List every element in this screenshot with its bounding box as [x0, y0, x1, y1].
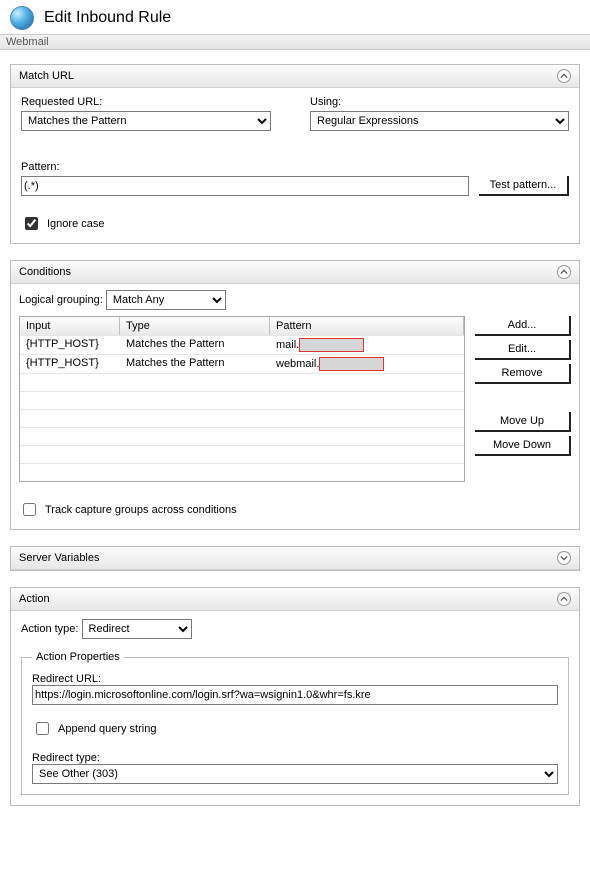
- pattern-label: Pattern:: [21, 161, 469, 173]
- table-row: [20, 391, 464, 409]
- match-url-title: Match URL: [19, 70, 74, 82]
- match-url-header[interactable]: Match URL: [11, 65, 579, 88]
- action-title: Action: [19, 593, 50, 605]
- server-variables-title: Server Variables: [19, 552, 100, 564]
- col-input-header: Input: [20, 317, 120, 335]
- append-query-checkbox[interactable]: [36, 722, 49, 735]
- ignore-case-checkbox[interactable]: [25, 217, 38, 230]
- requested-url-select[interactable]: Matches the Pattern: [21, 111, 271, 131]
- action-header[interactable]: Action: [11, 588, 579, 611]
- redirect-type-select[interactable]: See Other (303): [32, 764, 558, 784]
- redirect-url-label: Redirect URL:: [32, 673, 101, 685]
- action-type-label: Action type:: [21, 623, 78, 635]
- expand-icon[interactable]: [557, 551, 571, 565]
- using-label: Using:: [310, 96, 569, 108]
- requested-url-label: Requested URL:: [21, 96, 280, 108]
- globe-icon: [10, 6, 34, 30]
- table-row[interactable]: {HTTP_HOST} Matches the Pattern mail.███…: [20, 335, 464, 354]
- track-capture-label: Track capture groups across conditions: [45, 504, 237, 516]
- conditions-panel: Conditions Logical grouping: Match Any I…: [10, 260, 580, 530]
- redirect-url-input[interactable]: [32, 685, 558, 705]
- redirect-type-label: Redirect type:: [32, 752, 100, 764]
- table-row: [20, 373, 464, 391]
- ignore-case-label: Ignore case: [47, 218, 104, 230]
- table-row: [20, 427, 464, 445]
- action-properties-legend: Action Properties: [32, 651, 124, 663]
- remove-button[interactable]: Remove: [475, 364, 571, 384]
- pattern-input[interactable]: [21, 176, 469, 196]
- server-variables-panel: Server Variables: [10, 546, 580, 571]
- table-row[interactable]: {HTTP_HOST} Matches the Pattern webmail.…: [20, 354, 464, 373]
- append-query-label: Append query string: [58, 723, 156, 735]
- collapse-icon[interactable]: [557, 69, 571, 83]
- test-pattern-button[interactable]: Test pattern...: [479, 176, 569, 196]
- collapse-icon[interactable]: [557, 265, 571, 279]
- add-button[interactable]: Add...: [475, 316, 571, 336]
- server-variables-header[interactable]: Server Variables: [11, 547, 579, 570]
- move-down-button[interactable]: Move Down: [475, 436, 571, 456]
- table-row: [20, 445, 464, 463]
- match-url-panel: Match URL Requested URL: Matches the Pat…: [10, 64, 580, 244]
- edit-button[interactable]: Edit...: [475, 340, 571, 360]
- conditions-table[interactable]: Input Type Pattern {HTTP_HOST} Matches t…: [19, 316, 465, 482]
- track-capture-checkbox[interactable]: [23, 503, 36, 516]
- table-row: [20, 409, 464, 427]
- conditions-header[interactable]: Conditions: [11, 261, 579, 284]
- collapse-icon[interactable]: [557, 592, 571, 606]
- using-select[interactable]: Regular Expressions: [310, 111, 569, 131]
- redacted-box: ████████: [299, 338, 363, 352]
- table-header: Input Type Pattern: [20, 317, 464, 335]
- col-type-header: Type: [120, 317, 270, 335]
- action-properties-fieldset: Action Properties Redirect URL: Append q…: [21, 651, 569, 795]
- redacted-box: ████████: [319, 357, 383, 371]
- logical-grouping-label: Logical grouping:: [19, 294, 103, 306]
- table-row: [20, 463, 464, 481]
- page-title: Edit Inbound Rule: [44, 9, 171, 27]
- action-type-select[interactable]: Redirect: [82, 619, 192, 639]
- conditions-title: Conditions: [19, 266, 71, 278]
- breadcrumb: Webmail: [0, 34, 590, 50]
- logical-grouping-select[interactable]: Match Any: [106, 290, 226, 310]
- page-header: Edit Inbound Rule: [0, 0, 590, 34]
- move-up-button[interactable]: Move Up: [475, 412, 571, 432]
- col-pattern-header: Pattern: [270, 317, 464, 335]
- action-panel: Action Action type: Redirect Action Prop…: [10, 587, 580, 806]
